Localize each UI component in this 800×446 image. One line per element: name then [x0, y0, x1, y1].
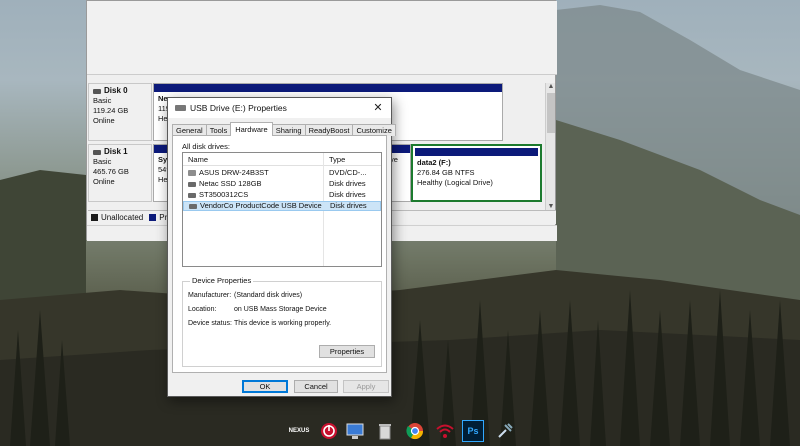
usb-drive-properties-dialog: USB Drive (E:) Properties ✕ General Tool…: [167, 97, 396, 397]
close-icon[interactable]: ✕: [365, 98, 391, 118]
dialog-title-bar[interactable]: USB Drive (E:) Properties ✕: [168, 98, 391, 118]
device-properties-button[interactable]: Properties: [319, 345, 375, 358]
dvd-drive-icon: [188, 170, 196, 176]
column-header-name[interactable]: Name: [188, 153, 208, 166]
computer-icon[interactable]: [344, 420, 366, 442]
group-title: Device Properties: [190, 276, 254, 285]
dialog-title: USB Drive (E:) Properties: [190, 103, 287, 113]
device-properties-group: Device Properties Manufacturer: (Standard…: [182, 276, 382, 367]
scroll-thumb[interactable]: [547, 93, 555, 133]
list-header: Name Type: [183, 153, 381, 166]
disk-label[interactable]: Disk 0 Basic 119.24 GB Online: [88, 83, 152, 141]
disk-view-scrollbar[interactable]: ▲ ▼: [545, 83, 555, 211]
volume-list-area[interactable]: [87, 1, 557, 75]
usb-drive-icon: [189, 204, 197, 209]
apply-button[interactable]: Apply: [343, 380, 389, 393]
partition-bar: [154, 84, 502, 92]
partition-bar: [415, 148, 538, 156]
ok-button[interactable]: OK: [242, 380, 288, 393]
nexus-dock-icon[interactable]: NEXUS: [286, 420, 312, 442]
power-icon[interactable]: [318, 420, 340, 442]
tab-strip: General Tools Hardware Sharing ReadyBoos…: [172, 122, 396, 136]
all-disk-drives-label: All disk drives:: [182, 142, 230, 151]
disk-drive-icon: [188, 182, 196, 187]
recycle-bin-icon[interactable]: [374, 420, 396, 442]
photoshop-icon[interactable]: Ps: [462, 420, 484, 442]
dock: NEXUS Ps: [0, 415, 800, 446]
cancel-button[interactable]: Cancel: [294, 380, 338, 393]
list-item-selected[interactable]: VendorCo ProductCode USB Device Disk dri…: [183, 201, 381, 211]
legend-swatch: [91, 213, 98, 221]
partition-data2-selected[interactable]: data2 (F:) 276.84 GB NTFS Healthy (Logic…: [411, 144, 542, 202]
scroll-up-arrow-icon[interactable]: ▲: [546, 83, 556, 91]
wifi-icon[interactable]: [434, 420, 456, 442]
tool-icon[interactable]: [494, 420, 516, 442]
list-item[interactable]: ST3500312CS Disk drives: [183, 190, 381, 200]
hardware-tab-panel: All disk drives: Name Type ASUS DRW-24B3…: [172, 135, 387, 373]
column-header-type[interactable]: Type: [329, 153, 345, 166]
legend-item-unallocated: Unallocated: [91, 211, 143, 225]
legend-swatch: [149, 213, 157, 221]
disk-icon: [93, 149, 101, 155]
disk-drive-icon: [188, 193, 196, 198]
list-item[interactable]: ASUS DRW-24B3ST DVD/CD-...: [183, 168, 381, 178]
manufacturer-row: Manufacturer: (Standard disk drives): [188, 292, 303, 299]
device-status-row: Device status: This device is working pro…: [188, 320, 332, 327]
disk-icon: [93, 88, 101, 94]
chrome-icon[interactable]: [404, 420, 426, 442]
location-row: Location: on USB Mass Storage Device: [188, 306, 327, 313]
tab-hardware[interactable]: Hardware: [230, 122, 273, 136]
usb-drive-icon: [175, 105, 186, 111]
list-item[interactable]: Netac SSD 128GB Disk drives: [183, 179, 381, 189]
disk-label[interactable]: Disk 1 Basic 465.76 GB Online: [88, 144, 152, 202]
disk-drives-list[interactable]: Name Type ASUS DRW-24B3ST DVD/CD-... Net…: [182, 152, 382, 267]
